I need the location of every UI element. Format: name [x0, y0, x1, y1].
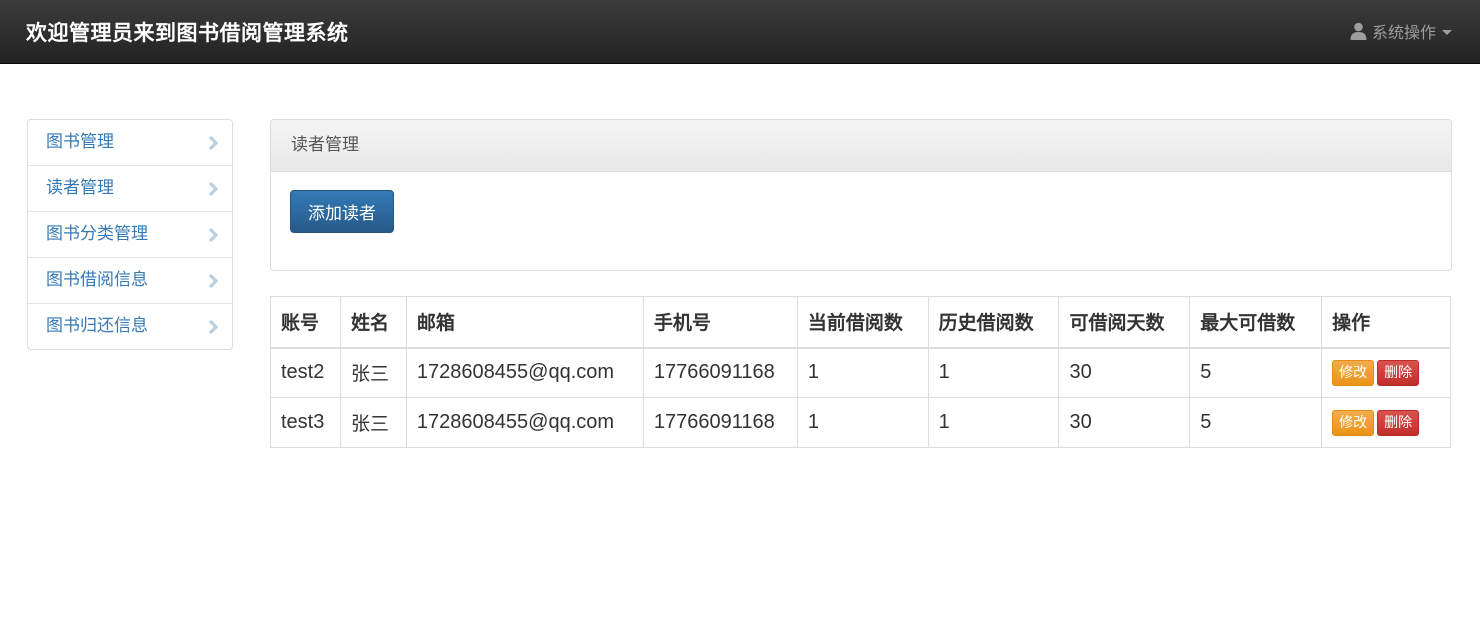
column-header-max-borrows: 最大可借数	[1189, 296, 1323, 349]
cell-current-borrows: 1	[796, 397, 929, 448]
caret-down-icon	[1442, 29, 1452, 35]
chevron-right-icon	[208, 181, 219, 197]
cell-borrow-days: 30	[1058, 397, 1191, 448]
sidebar-item-label: 图书借阅信息	[46, 270, 148, 290]
column-header-borrow-days: 可借阅天数	[1058, 296, 1191, 349]
chevron-right-icon	[208, 273, 219, 289]
add-reader-button[interactable]: 添加读者	[290, 190, 394, 233]
chevron-right-icon	[208, 319, 219, 335]
sidebar-nav: 图书管理 读者管理 图书分类管理 图书借阅信息 图书归还信息	[27, 119, 233, 350]
reader-management-panel: 读者管理 添加读者	[270, 119, 1452, 271]
column-header-current-borrows: 当前借阅数	[796, 296, 929, 349]
cell-max-borrows: 5	[1189, 397, 1323, 448]
cell-account: test2	[270, 347, 341, 398]
cell-email: 1728608455@qq.com	[405, 347, 644, 398]
sidebar-item-reader-management[interactable]: 读者管理	[28, 166, 232, 212]
cell-name: 张三	[339, 347, 407, 398]
cell-borrow-days: 30	[1058, 347, 1191, 398]
sidebar-item-return-info[interactable]: 图书归还信息	[28, 304, 232, 349]
cell-phone: 17766091168	[642, 347, 798, 398]
sidebar-item-category-management[interactable]: 图书分类管理	[28, 212, 232, 258]
table-row: test2 张三 1728608455@qq.com 17766091168 1…	[270, 347, 1451, 398]
cell-name: 张三	[339, 397, 407, 448]
chevron-right-icon	[208, 227, 219, 243]
sidebar-item-book-management[interactable]: 图书管理	[28, 120, 232, 166]
column-header-actions: 操作	[1321, 296, 1451, 349]
brand-title[interactable]: 欢迎管理员来到图书借阅管理系统	[26, 17, 349, 47]
table-row: test3 张三 1728608455@qq.com 17766091168 1…	[270, 397, 1451, 448]
user-icon	[1350, 22, 1367, 40]
delete-button[interactable]: 删除	[1377, 359, 1420, 386]
cell-history-borrows: 1	[927, 347, 1060, 398]
chevron-right-icon	[208, 135, 219, 151]
panel-heading: 读者管理	[271, 120, 1451, 172]
table-header-row: 账号 姓名 邮箱 手机号 当前借阅数 历史借阅数 可借阅天数 最大可借数 操作	[270, 296, 1451, 349]
cell-current-borrows: 1	[796, 347, 929, 398]
sidebar-item-label: 图书分类管理	[46, 224, 148, 244]
cell-actions: 修改 删除	[1321, 347, 1451, 398]
cell-max-borrows: 5	[1189, 347, 1323, 398]
cell-email: 1728608455@qq.com	[405, 397, 644, 448]
column-header-account: 账号	[270, 296, 341, 349]
cell-phone: 17766091168	[642, 397, 798, 448]
reader-table: 账号 姓名 邮箱 手机号 当前借阅数 历史借阅数 可借阅天数 最大可借数 操作 …	[270, 296, 1451, 448]
sidebar-item-label: 读者管理	[46, 178, 114, 198]
sidebar-item-label: 图书管理	[46, 132, 114, 152]
column-header-name: 姓名	[339, 296, 407, 349]
column-header-history-borrows: 历史借阅数	[927, 296, 1060, 349]
column-header-email: 邮箱	[405, 296, 644, 349]
system-menu-label: 系统操作	[1371, 23, 1436, 42]
cell-actions: 修改 删除	[1321, 397, 1451, 448]
sidebar-item-label: 图书归还信息	[46, 316, 148, 336]
column-header-phone: 手机号	[642, 296, 798, 349]
cell-account: test3	[270, 397, 341, 448]
sidebar-item-borrow-info[interactable]: 图书借阅信息	[28, 258, 232, 304]
system-menu-dropdown[interactable]: 系统操作	[1350, 21, 1452, 42]
edit-button[interactable]: 修改	[1332, 409, 1375, 436]
cell-history-borrows: 1	[927, 397, 1060, 448]
delete-button[interactable]: 删除	[1377, 409, 1420, 436]
edit-button[interactable]: 修改	[1332, 359, 1375, 386]
top-navbar: 欢迎管理员来到图书借阅管理系统 系统操作	[0, 0, 1480, 64]
